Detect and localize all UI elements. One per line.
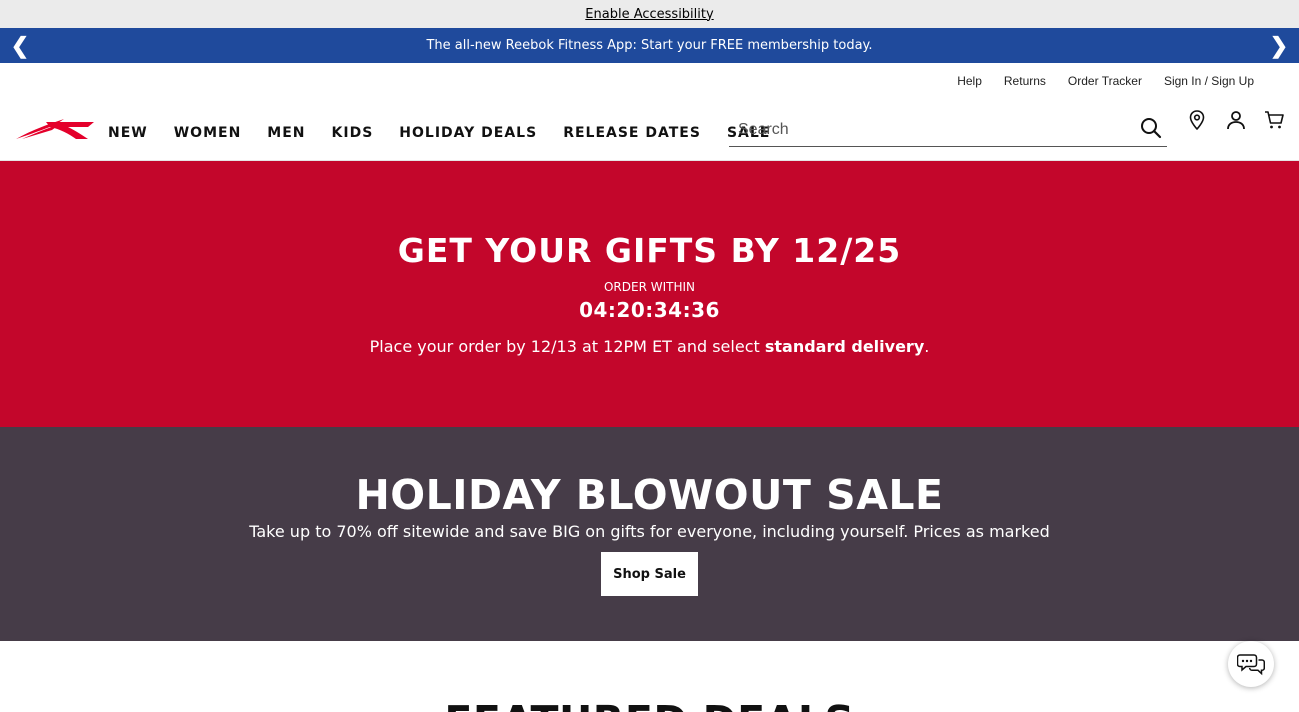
search-bar bbox=[729, 113, 1167, 147]
search-input[interactable] bbox=[729, 114, 1119, 145]
promo-bar: ❮ The all-new Reebok Fitness App: Start … bbox=[0, 28, 1299, 63]
nav-women[interactable]: WOMEN bbox=[174, 125, 242, 141]
chat-button[interactable] bbox=[1228, 641, 1274, 687]
reebok-logo[interactable] bbox=[16, 115, 94, 141]
enable-accessibility-link[interactable]: Enable Accessibility bbox=[585, 7, 713, 22]
chat-bubbles-icon bbox=[1237, 654, 1265, 676]
order-within-label: ORDER WITHIN bbox=[603, 280, 696, 294]
sign-in-link[interactable]: Sign In / Sign Up bbox=[1164, 74, 1254, 88]
search-icon[interactable] bbox=[1139, 116, 1163, 140]
promo-text[interactable]: The all-new Reebok Fitness App: Start yo… bbox=[426, 38, 872, 53]
holiday-blowout-banner: HOLIDAY BLOWOUT SALE Take up to 70% off … bbox=[0, 427, 1299, 641]
delivery-note-text: Place your order by 12/13 at 12PM ET and… bbox=[369, 337, 765, 356]
main-nav: NEW WOMEN MEN KIDS HOLIDAY DEALS RELEASE… bbox=[108, 125, 796, 141]
gifts-banner-title: GET YOUR GIFTS BY 12/25 bbox=[397, 231, 902, 270]
nav-men[interactable]: MEN bbox=[267, 125, 305, 141]
blowout-title: HOLIDAY BLOWOUT SALE bbox=[355, 471, 944, 519]
blowout-subtitle: Take up to 70% off sitewide and save BIG… bbox=[249, 522, 1050, 541]
nav-new[interactable]: NEW bbox=[108, 125, 148, 141]
site-header: Help Returns Order Tracker Sign In / Sig… bbox=[0, 63, 1299, 161]
returns-link[interactable]: Returns bbox=[1004, 74, 1046, 88]
accessibility-bar: Enable Accessibility bbox=[0, 0, 1299, 28]
gifts-by-date-banner: GET YOUR GIFTS BY 12/25 ORDER WITHIN 04:… bbox=[0, 161, 1299, 427]
order-tracker-link[interactable]: Order Tracker bbox=[1068, 74, 1142, 88]
standard-delivery-text: standard delivery bbox=[764, 337, 925, 356]
utility-links: Help Returns Order Tracker Sign In / Sig… bbox=[957, 74, 1254, 88]
account-icon[interactable] bbox=[1225, 109, 1247, 131]
location-pin-icon[interactable] bbox=[1186, 109, 1208, 131]
nav-kids[interactable]: KIDS bbox=[332, 125, 374, 141]
chevron-left-icon[interactable]: ❮ bbox=[5, 28, 35, 63]
featured-deals-section: FEATURED DEALS bbox=[0, 641, 1299, 712]
help-link[interactable]: Help bbox=[957, 74, 982, 88]
nav-release-dates[interactable]: RELEASE DATES bbox=[563, 125, 701, 141]
nav-holiday-deals[interactable]: HOLIDAY DEALS bbox=[399, 125, 537, 141]
featured-deals-title: FEATURED DEALS bbox=[0, 697, 1299, 712]
delivery-note: Place your order by 12/13 at 12PM ET and… bbox=[0, 337, 1299, 356]
countdown-timer: 04:20:34:36 bbox=[579, 298, 720, 322]
delivery-note-suffix: . bbox=[924, 337, 930, 356]
cart-icon[interactable] bbox=[1263, 109, 1285, 131]
shop-sale-button[interactable]: Shop Sale bbox=[601, 552, 698, 596]
chevron-right-icon[interactable]: ❯ bbox=[1264, 28, 1294, 63]
